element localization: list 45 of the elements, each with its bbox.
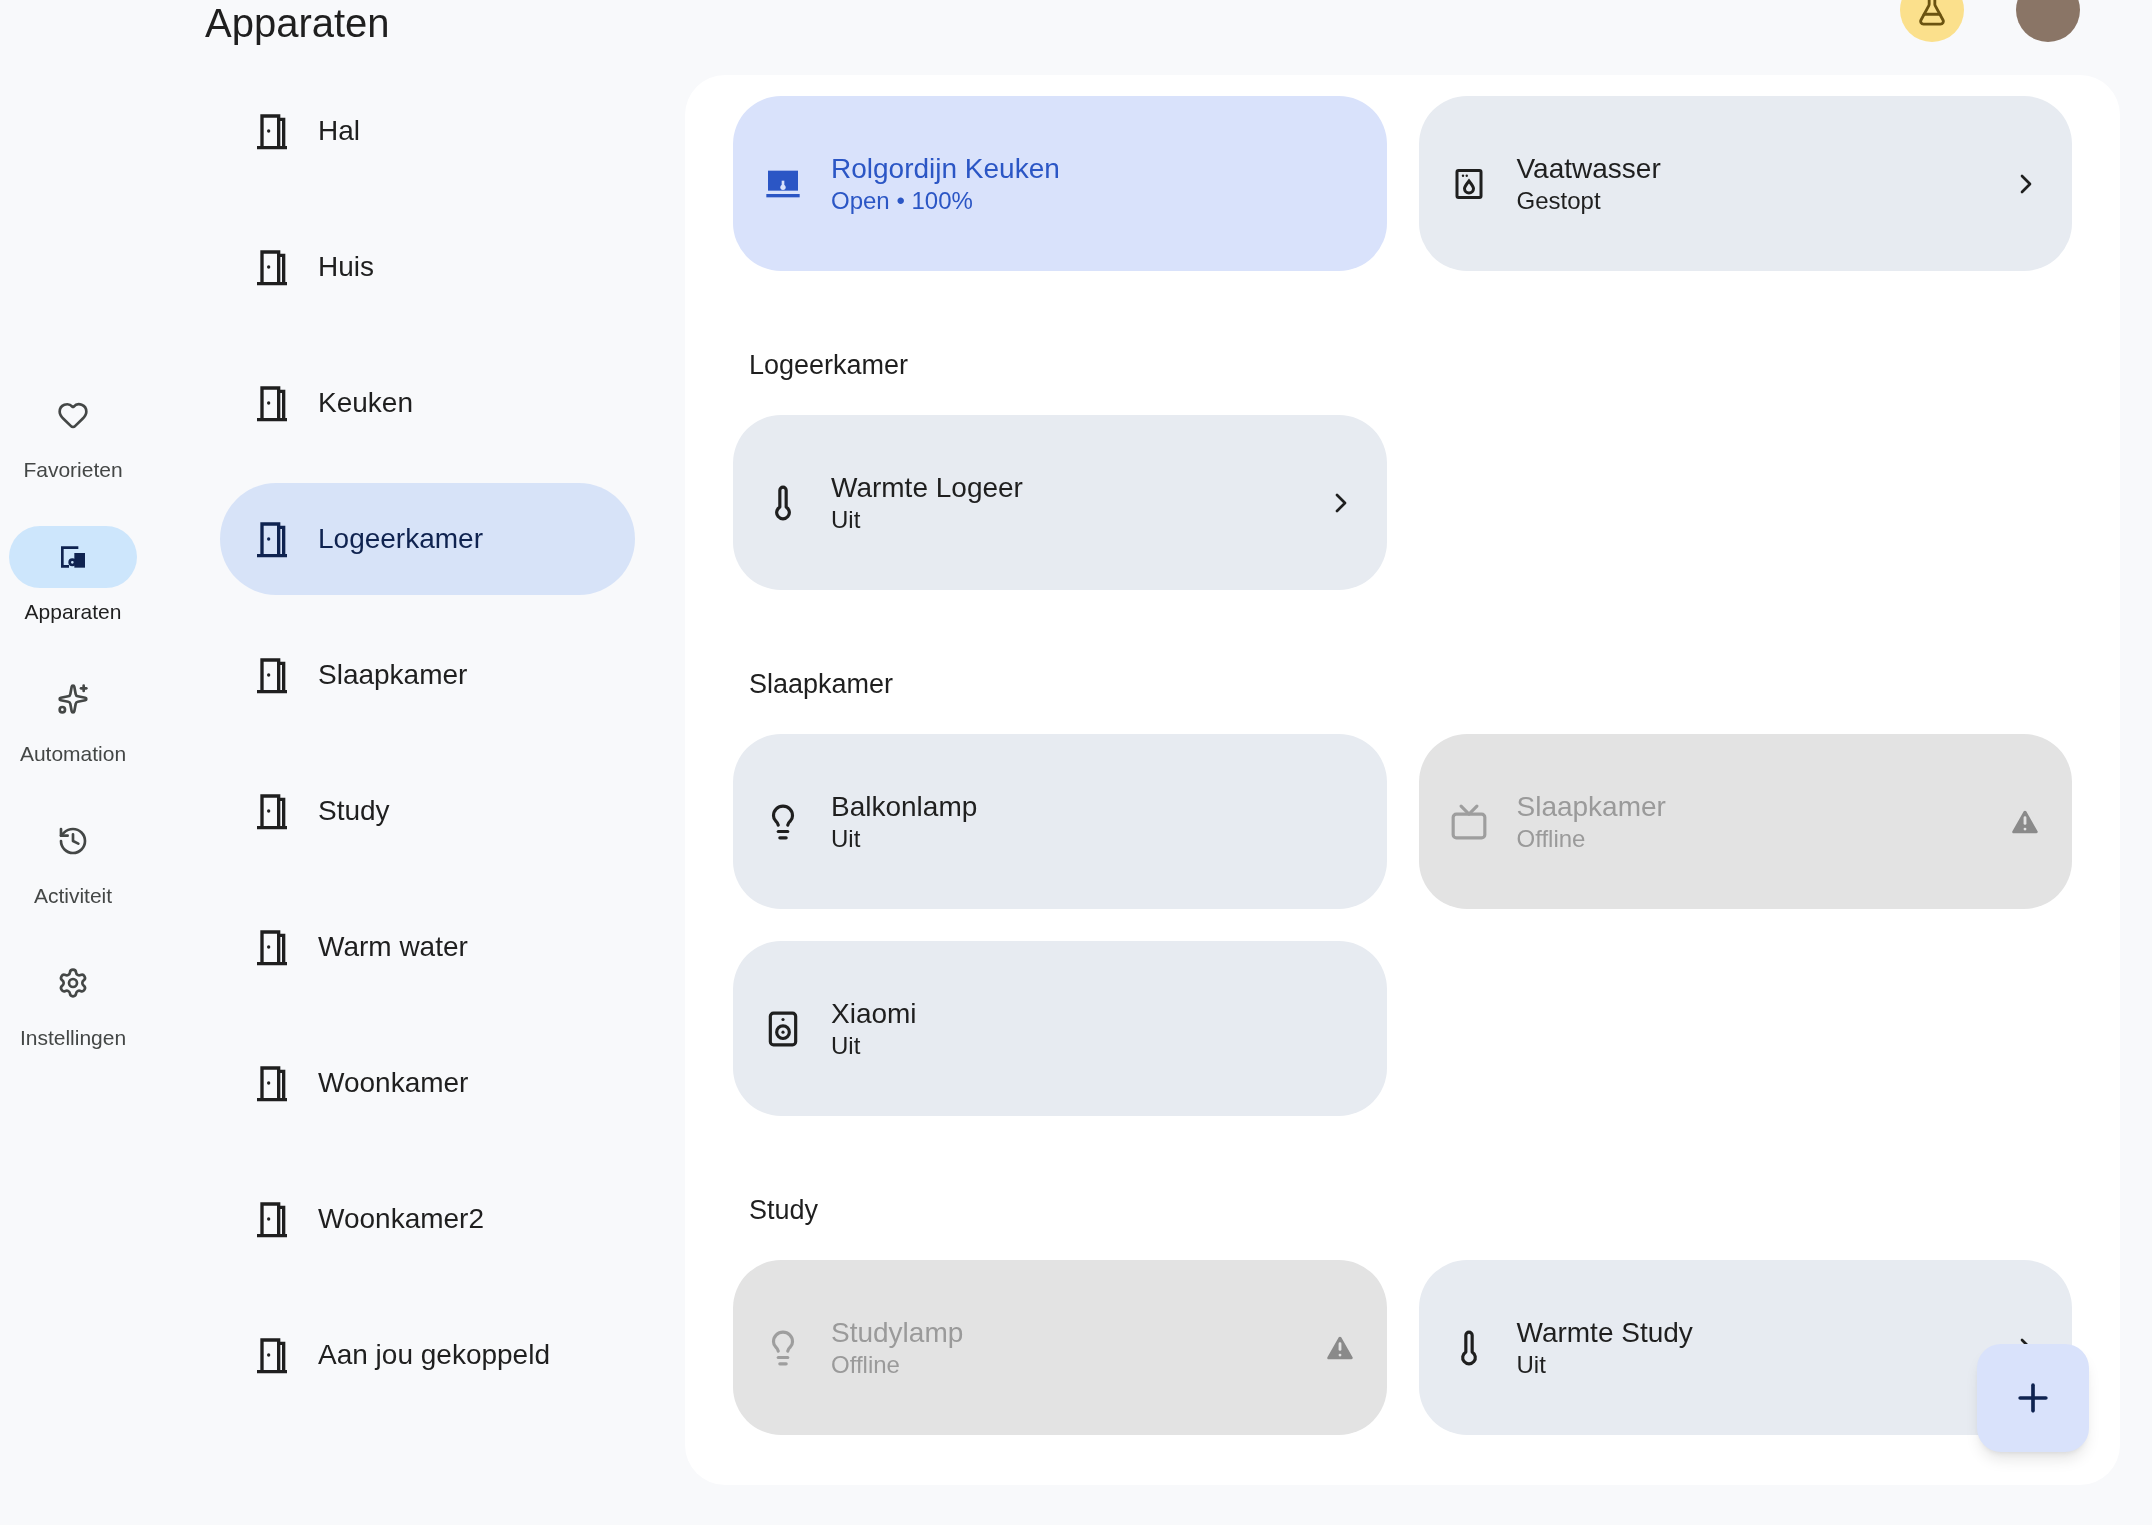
room-item[interactable]: Woonkamer bbox=[220, 1027, 635, 1139]
room-item[interactable]: Warm water bbox=[220, 891, 635, 1003]
device-name: Vaatwasser bbox=[1516, 151, 1662, 186]
device-status: Open • 100% bbox=[831, 185, 974, 216]
device-status: Offline bbox=[831, 1349, 901, 1380]
device-card[interactable]: Rolgordijn Keuken Open • 100% bbox=[733, 96, 1387, 271]
device-status: Offline bbox=[1516, 823, 1587, 854]
room-item[interactable]: Woonkamer2 bbox=[220, 1163, 635, 1275]
device-name: Xiaomi bbox=[831, 996, 918, 1031]
nav-item[interactable]: Favorieten bbox=[3, 384, 143, 526]
section-heading: Logeerkamer bbox=[749, 351, 910, 379]
nav-item[interactable]: Apparaten bbox=[3, 526, 143, 668]
sparkles-icon bbox=[57, 683, 89, 715]
room-item[interactable]: Huis bbox=[220, 211, 635, 323]
nav-item[interactable]: Automation bbox=[3, 668, 143, 810]
nav-item[interactable]: Activiteit bbox=[3, 810, 143, 952]
section-heading: Slaapkamer bbox=[749, 670, 895, 698]
device-name: Warmte Study bbox=[1516, 1315, 1694, 1350]
tv-icon bbox=[1449, 802, 1488, 841]
device-card[interactable]: Xiaomi Uit bbox=[733, 941, 1387, 1116]
room-item[interactable]: Aan jou gekoppeld bbox=[220, 1299, 635, 1411]
device-status: Gestopt bbox=[1516, 185, 1602, 216]
device-card[interactable]: Warmte Study Uit bbox=[1418, 1260, 2072, 1435]
device-status: Uit bbox=[831, 1030, 862, 1061]
section-heading: Study bbox=[749, 1196, 820, 1224]
device-name: Rolgordijn Keuken bbox=[831, 151, 1061, 186]
device-status: Uit bbox=[831, 504, 862, 535]
settings-icon bbox=[57, 967, 89, 999]
device-card[interactable]: Balkonlamp Uit bbox=[733, 734, 1387, 909]
nav-item[interactable]: Instellingen bbox=[3, 952, 143, 1094]
history-icon bbox=[57, 825, 89, 857]
device-name: Balkonlamp bbox=[831, 789, 979, 824]
room-item[interactable]: Keuken bbox=[220, 347, 635, 459]
device-card[interactable]: Warmte Logeer Uit bbox=[733, 415, 1387, 590]
device-name: Studylamp bbox=[831, 1315, 965, 1350]
device-name: Slaapkamer bbox=[1516, 789, 1667, 824]
room-item[interactable]: Slaapkamer bbox=[220, 619, 635, 731]
device-status: Uit bbox=[831, 823, 862, 854]
room-item[interactable]: Hal bbox=[220, 75, 635, 187]
room-item[interactable]: Logeerkamer bbox=[220, 483, 635, 595]
room-item[interactable]: Study bbox=[220, 755, 635, 867]
device-name: Warmte Logeer bbox=[831, 470, 1024, 505]
device-status: Uit bbox=[1516, 1349, 1547, 1380]
device-card[interactable]: Vaatwasser Gestopt bbox=[1418, 96, 2072, 271]
page-title: Apparaten bbox=[205, 0, 390, 46]
